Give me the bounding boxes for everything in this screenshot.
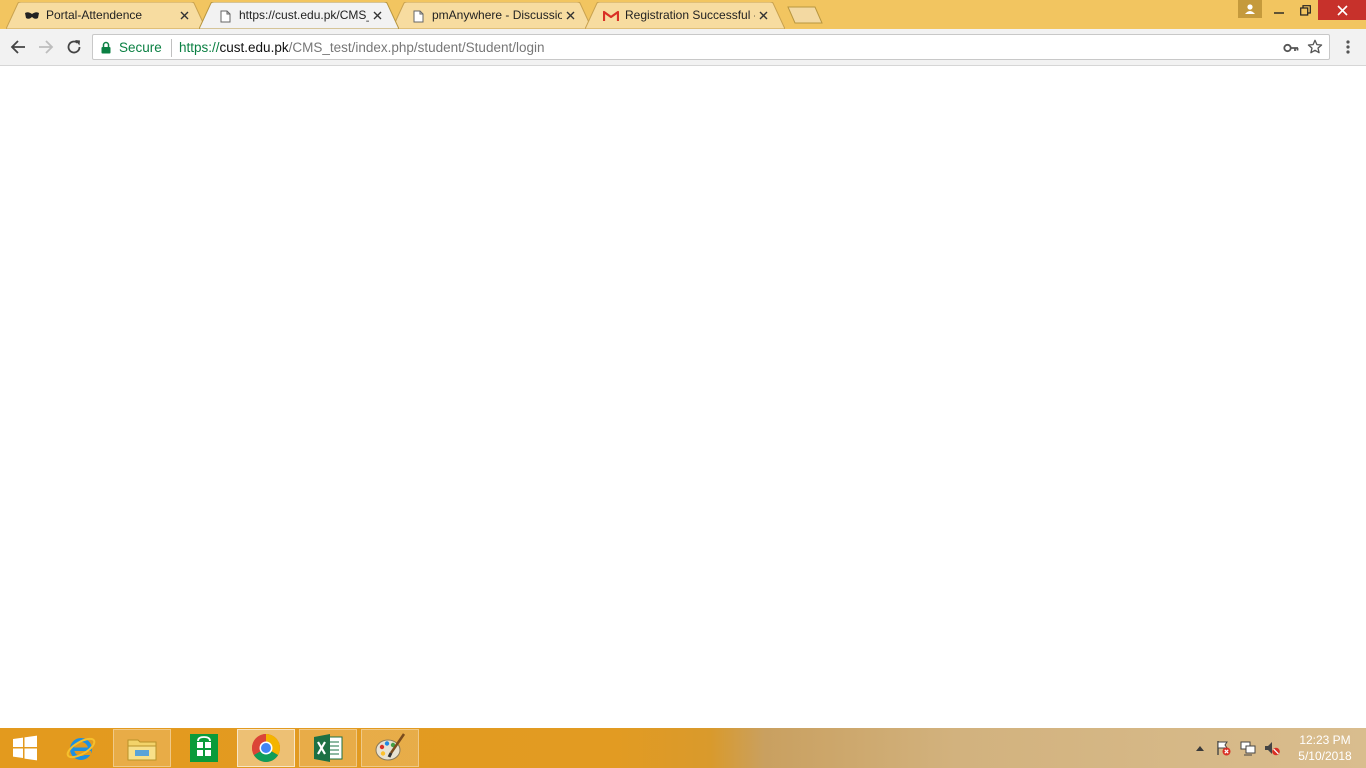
taskbar-internet-explorer[interactable]	[52, 729, 110, 767]
close-icon[interactable]	[178, 9, 190, 21]
minimize-button[interactable]	[1266, 0, 1292, 20]
page-icon	[217, 9, 233, 23]
excel-icon	[314, 734, 343, 762]
taskbar-excel[interactable]	[299, 729, 357, 767]
taskbar-paint[interactable]	[361, 729, 419, 767]
gmail-icon	[603, 9, 619, 23]
internet-explorer-icon	[66, 737, 96, 760]
system-clock[interactable]: 12:23 PM 5/10/2018	[1288, 732, 1362, 764]
url-scheme: https://	[179, 40, 220, 55]
volume-muted-icon[interactable]	[1264, 740, 1280, 756]
back-arrow-icon	[10, 40, 25, 54]
address-bar[interactable]: Secure https://cust.edu.pk/CMS_test/inde…	[92, 34, 1330, 60]
browser-toolbar: Secure https://cust.edu.pk/CMS_test/inde…	[0, 29, 1366, 66]
close-icon	[1336, 4, 1348, 16]
url-text[interactable]: https://cust.edu.pk/CMS_test/index.php/s…	[179, 40, 545, 56]
chevron-up-icon	[1196, 746, 1204, 751]
window-close-button[interactable]	[1318, 0, 1366, 20]
taskbar-chrome[interactable]	[237, 729, 295, 767]
taskbar-file-explorer[interactable]	[113, 729, 171, 767]
action-center-icon[interactable]	[1215, 740, 1231, 756]
browser-titlebar: Portal-Attendence pmAnywhere - Discussio…	[0, 0, 1366, 29]
new-tab-button[interactable]	[787, 6, 823, 24]
url-path: /CMS_test/index.php/student/Student/logi…	[288, 40, 545, 55]
tab-title: Registration Successful -	[625, 8, 755, 22]
restore-icon	[1299, 4, 1311, 16]
show-hidden-icons-button[interactable]	[1192, 740, 1208, 756]
clock-time: 12:23 PM	[1299, 733, 1351, 747]
tab-title: pmAnywhere - Discussion	[432, 8, 562, 22]
key-icon[interactable]	[1283, 41, 1299, 55]
clock-date: 5/10/2018	[1298, 749, 1352, 763]
lock-icon	[101, 41, 111, 54]
file-explorer-icon	[127, 739, 157, 761]
restore-button[interactable]	[1292, 0, 1318, 20]
close-icon[interactable]	[371, 9, 383, 21]
tab-portal-attendence[interactable]: Portal-Attendence	[6, 2, 206, 29]
page-content	[0, 66, 1366, 728]
chrome-icon	[252, 734, 280, 762]
reload-button[interactable]	[64, 37, 84, 57]
person-icon	[1245, 4, 1255, 14]
windows-taskbar: 12:23 PM 5/10/2018	[0, 728, 1366, 768]
profile-button[interactable]	[1238, 0, 1262, 18]
omnibox-divider	[171, 39, 172, 57]
paint-icon	[375, 733, 406, 761]
tab-title: https://cust.edu.pk/CMS_	[239, 8, 369, 22]
close-icon[interactable]	[564, 9, 576, 21]
minimize-icon	[1274, 12, 1284, 14]
taskbar-windows-store[interactable]	[175, 729, 233, 767]
back-button[interactable]	[8, 37, 28, 57]
forward-button[interactable]	[36, 37, 56, 57]
windows-store-icon	[190, 734, 218, 762]
tab-pmanywhere[interactable]: pmAnywhere - Discussion	[392, 2, 592, 29]
reload-icon	[67, 40, 81, 54]
tab-cust-login[interactable]: https://cust.edu.pk/CMS_	[199, 2, 399, 29]
browser-menu-button[interactable]	[1340, 37, 1356, 57]
more-vertical-icon	[1346, 40, 1350, 54]
windows-start-icon	[13, 735, 37, 761]
url-host: cust.edu.pk	[219, 40, 289, 55]
page-icon	[410, 9, 426, 23]
forward-arrow-icon	[39, 40, 54, 54]
start-button[interactable]	[0, 729, 50, 767]
network-icon[interactable]	[1240, 740, 1256, 756]
close-icon[interactable]	[757, 9, 769, 21]
bookmark-star-icon[interactable]	[1307, 39, 1323, 55]
tab-title: Portal-Attendence	[46, 8, 143, 22]
security-label: Secure	[119, 40, 162, 55]
mask-icon	[24, 9, 40, 23]
tab-registration-successful[interactable]: Registration Successful -	[585, 2, 785, 29]
